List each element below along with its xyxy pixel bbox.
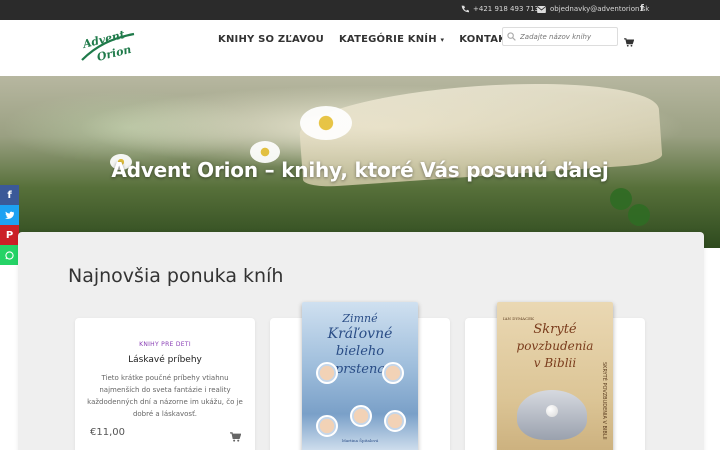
cover-title-line: bieleho <box>335 344 385 359</box>
product-category[interactable]: KNIHY PRE DETI <box>75 341 255 348</box>
child-portrait-image <box>350 405 372 427</box>
share-whatsapp-icon[interactable] <box>0 245 19 265</box>
search-icon[interactable] <box>507 32 516 41</box>
pearl-image <box>546 405 558 417</box>
phone-contact[interactable]: +421 918 493 713 <box>461 5 539 13</box>
nav-item-discount-books[interactable]: KNIHY SO ZĽAVOU <box>218 33 324 47</box>
site-header: Advent Orion KNIHY SO ZĽAVOU KATEGÓRIE K… <box>0 20 720 76</box>
search-box <box>502 27 618 46</box>
child-portrait-image <box>382 362 404 384</box>
chevron-down-icon: ▾ <box>440 36 445 44</box>
share-twitter-icon[interactable] <box>0 205 19 225</box>
site-logo[interactable]: Advent Orion <box>78 28 138 68</box>
product-title[interactable]: Láskavé príbehy <box>75 355 255 365</box>
product-description: Tieto krátke poučné príbehy vtiahnu najm… <box>87 374 243 418</box>
main-nav: KNIHY SO ZĽAVOU KATEGÓRIE KNÍH ▾ KONTAKT <box>218 33 513 47</box>
cover-title-line: Zimné <box>342 312 378 325</box>
hero-banner: Advent Orion – knihy, ktoré Vás posunú ď… <box>0 76 720 248</box>
section-title: Najnovšia ponuka kníh <box>68 265 284 287</box>
share-pinterest-icon[interactable]: P <box>0 225 19 245</box>
child-portrait-image <box>316 362 338 384</box>
advent-orion-logo: Advent Orion <box>81 28 135 64</box>
child-portrait-image <box>316 415 338 437</box>
phone-icon <box>461 5 469 13</box>
cover-title-line: Kráľovné <box>327 326 393 342</box>
share-facebook-icon[interactable]: f <box>0 185 19 205</box>
envelope-icon <box>537 5 546 13</box>
cover-title-line: v Biblii <box>533 356 577 370</box>
phone-number: +421 918 493 713 <box>473 5 539 13</box>
add-to-cart-icon[interactable] <box>230 427 242 446</box>
cover-author: IAN DYMACEK <box>503 316 535 321</box>
email-address: objednavky@adventorion.sk <box>550 5 650 13</box>
search-input[interactable] <box>520 32 612 41</box>
email-contact[interactable]: objednavky@adventorion.sk <box>537 5 649 13</box>
cover-title-line: povzbudenia <box>516 339 594 353</box>
top-utility-bar: +421 918 493 713 objednavky@adventorion.… <box>0 0 720 20</box>
cover-author: Martina Špitalová <box>341 438 379 443</box>
cart-icon[interactable] <box>624 32 635 51</box>
clover-leaf-image <box>628 204 650 226</box>
book-cover-image[interactable]: IAN DYMACEK Skryté povzbudenia v Biblii … <box>497 302 613 450</box>
hero-title: Advent Orion – knihy, ktoré Vás posunú ď… <box>111 158 609 182</box>
child-portrait-image <box>384 410 406 432</box>
nav-item-categories[interactable]: KATEGÓRIE KNÍH ▾ <box>339 33 444 47</box>
product-card[interactable]: KNIHY PRE DETI Láskavé príbehy Tieto krá… <box>75 318 255 450</box>
nav-item-categories-label: KATEGÓRIE KNÍH <box>338 34 437 45</box>
book-cover-image[interactable]: Zimné Kráľovné bieleho prstena Martina Š… <box>302 302 418 450</box>
daisy-flower-image <box>300 106 352 140</box>
facebook-icon[interactable]: f <box>640 4 644 14</box>
cover-title-line: Skryté <box>533 322 577 337</box>
social-share-bar: f P <box>0 185 19 265</box>
cover-spine-text: SKRYTÉ POVZBUDENIA V BIBLII <box>601 362 607 440</box>
clover-leaf-image <box>610 188 632 210</box>
product-price: €11,00 <box>90 427 125 438</box>
